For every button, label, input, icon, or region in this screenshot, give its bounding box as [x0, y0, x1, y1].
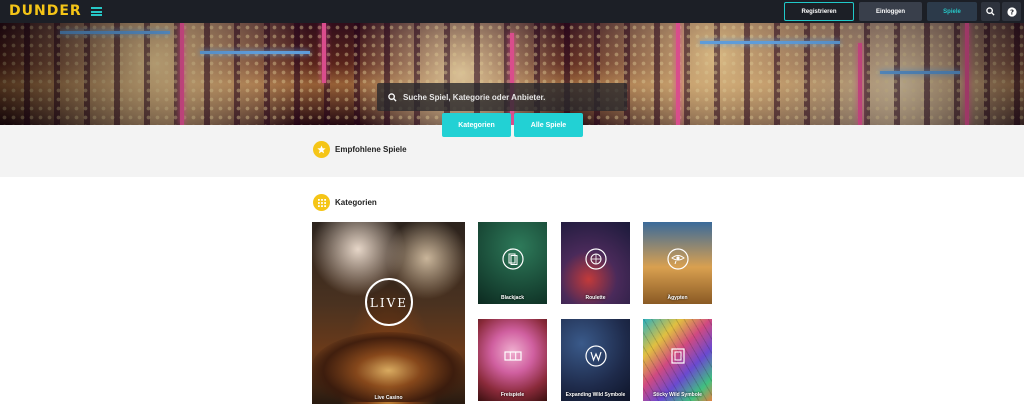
grid-icon — [313, 194, 330, 211]
search-input[interactable] — [403, 92, 603, 102]
category-tile-roulette[interactable]: Roulette — [561, 222, 630, 304]
categories-section-title: Kategorien — [313, 194, 377, 211]
search-icon — [388, 92, 397, 102]
w-symbol-icon — [584, 345, 607, 367]
login-button[interactable]: Einloggen — [859, 2, 922, 21]
dunder-logo[interactable]: DUNDER — [9, 3, 82, 19]
menu-icon[interactable] — [91, 7, 102, 16]
all-games-button[interactable]: Alle Spiele — [514, 113, 583, 137]
register-button[interactable]: Registrieren — [784, 2, 854, 21]
categories-title-text: Kategorien — [335, 198, 377, 207]
tile-label: Sticky Wild Symbole — [653, 392, 702, 398]
eye-of-horus-icon — [666, 248, 689, 270]
category-tile-sticky-wild[interactable]: Sticky Wild Symbole — [643, 319, 712, 401]
cards-icon — [501, 248, 524, 270]
category-tile-freespins[interactable]: Freispiele — [478, 319, 547, 401]
tile-label: Live Casino — [374, 395, 403, 401]
roulette-icon — [584, 248, 607, 270]
tile-label: Expanding Wild Symbole — [565, 392, 626, 398]
featured-title-text: Empfohlene Spiele — [335, 145, 407, 154]
categories-button[interactable]: Kategorien — [442, 113, 511, 137]
tile-label: Ägypten — [667, 295, 688, 301]
svg-text:?: ? — [1009, 8, 1013, 16]
tile-label: Blackjack — [500, 295, 525, 301]
search-icon[interactable] — [981, 2, 1000, 21]
category-tile-blackjack[interactable]: Blackjack — [478, 222, 547, 304]
game-search-box[interactable] — [377, 83, 627, 111]
help-icon[interactable]: ? — [1002, 2, 1021, 21]
featured-band — [0, 125, 1024, 177]
svg-text:LIVE: LIVE — [369, 296, 407, 310]
live-emblem-icon: LIVE — [364, 278, 413, 327]
top-bar: DUNDER Registrieren Einloggen Spiele ? — [0, 0, 1024, 23]
sticky-symbol-icon — [670, 348, 685, 364]
tile-label: Roulette — [585, 295, 606, 301]
category-tile-egypt[interactable]: Ägypten — [643, 222, 712, 304]
featured-section-title: Empfohlene Spiele — [313, 141, 407, 158]
category-tile-expanding-wild[interactable]: Expanding Wild Symbole — [561, 319, 630, 401]
category-tile-live-casino[interactable]: LIVE Live Casino — [312, 222, 465, 404]
freespins-icon — [503, 351, 522, 361]
games-button[interactable]: Spiele — [927, 2, 977, 21]
star-icon — [313, 141, 330, 158]
tile-label: Freispiele — [500, 392, 525, 398]
hero-banner — [0, 23, 1024, 125]
